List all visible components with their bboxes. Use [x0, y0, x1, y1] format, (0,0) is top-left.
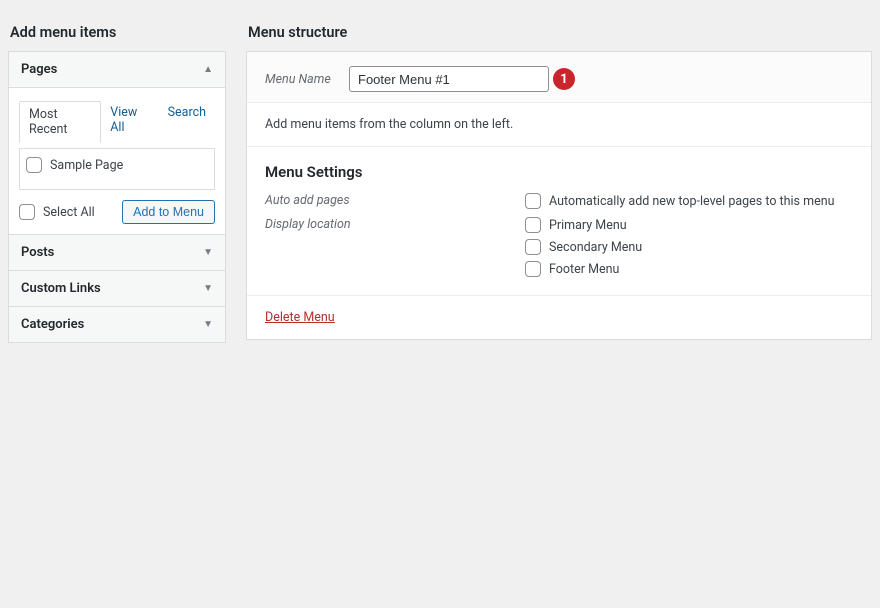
checkbox-icon[interactable]	[525, 239, 541, 255]
checkbox-icon[interactable]	[525, 193, 541, 209]
location-label: Secondary Menu	[549, 240, 642, 255]
auto-add-pages-label: Auto add pages	[265, 193, 515, 208]
pages-section-header[interactable]: Pages ▲	[9, 52, 225, 87]
checkbox-icon[interactable]	[19, 204, 35, 220]
menu-structure-panel: Menu Name 1 Add menu items from the colu…	[246, 51, 872, 340]
list-item[interactable]: Sample Page	[26, 157, 208, 173]
pages-tabs: Most Recent View All Search	[19, 100, 215, 142]
pages-list: Sample Page	[19, 148, 215, 190]
auto-add-options: Automatically add new top-level pages to…	[525, 193, 853, 209]
menu-settings: Menu Settings Auto add pages Automatical…	[247, 147, 871, 295]
tab-most-recent[interactable]: Most Recent	[19, 101, 101, 143]
tab-view-all[interactable]: View All	[101, 100, 158, 142]
chevron-down-icon: ▼	[203, 247, 213, 258]
select-all-row[interactable]: Select All	[19, 204, 95, 220]
pages-section-footer: Select All Add to Menu	[19, 200, 215, 224]
chevron-down-icon: ▼	[203, 283, 213, 294]
annotation-badge: 1	[553, 68, 575, 90]
posts-section: Posts ▼	[9, 234, 225, 270]
menu-structure-column: Menu structure Menu Name 1 Add menu item…	[246, 24, 872, 600]
display-location-label: Display location	[265, 217, 515, 232]
posts-section-header[interactable]: Posts ▼	[9, 235, 225, 270]
instructions-row: Add menu items from the column on the le…	[247, 103, 871, 147]
location-label: Footer Menu	[549, 262, 619, 277]
location-label: Primary Menu	[549, 218, 627, 233]
categories-section-label: Categories	[21, 317, 84, 332]
tab-search[interactable]: Search	[159, 100, 215, 142]
auto-add-option-label: Automatically add new top-level pages to…	[549, 194, 835, 209]
menu-settings-grid: Auto add pages Automatically add new top…	[265, 193, 853, 277]
instructions-text: Add menu items from the column on the le…	[265, 117, 513, 132]
menu-item-sources-accordion: Pages ▲ Most Recent View All Search Samp…	[8, 51, 226, 343]
menu-settings-heading: Menu Settings	[265, 163, 853, 181]
pages-section: Pages ▲ Most Recent View All Search Samp…	[9, 52, 225, 234]
checkbox-icon[interactable]	[26, 157, 42, 173]
checkbox-icon[interactable]	[525, 217, 541, 233]
menu-name-row: Menu Name 1	[247, 52, 871, 103]
custom-links-section-header[interactable]: Custom Links ▼	[9, 271, 225, 306]
chevron-up-icon: ▲	[203, 64, 213, 75]
checkbox-icon[interactable]	[525, 261, 541, 277]
menu-name-label: Menu Name	[265, 72, 335, 87]
chevron-down-icon: ▼	[203, 319, 213, 330]
add-menu-items-title: Add menu items	[8, 24, 226, 41]
delete-menu-link[interactable]: Delete Menu	[265, 310, 335, 325]
categories-section-header[interactable]: Categories ▼	[9, 307, 225, 342]
add-to-menu-button[interactable]: Add to Menu	[122, 200, 215, 224]
select-all-label: Select All	[43, 205, 95, 220]
location-option-primary[interactable]: Primary Menu	[525, 217, 853, 233]
location-option-secondary[interactable]: Secondary Menu	[525, 239, 853, 255]
menu-structure-title: Menu structure	[246, 24, 872, 41]
display-location-options: Primary Menu Secondary Menu Footer Menu	[525, 217, 853, 277]
pages-section-label: Pages	[21, 62, 57, 77]
menu-panel-footer: Delete Menu	[247, 295, 871, 339]
menu-name-input[interactable]	[349, 66, 549, 92]
location-option-footer[interactable]: Footer Menu	[525, 261, 853, 277]
pages-section-body: Most Recent View All Search Sample Page …	[9, 87, 225, 234]
custom-links-section: Custom Links ▼	[9, 270, 225, 306]
custom-links-section-label: Custom Links	[21, 281, 101, 296]
categories-section: Categories ▼	[9, 306, 225, 342]
auto-add-new-pages-option[interactable]: Automatically add new top-level pages to…	[525, 193, 853, 209]
posts-section-label: Posts	[21, 245, 54, 260]
add-menu-items-column: Add menu items Pages ▲ Most Recent View …	[8, 24, 226, 600]
page-item-label: Sample Page	[50, 158, 123, 173]
